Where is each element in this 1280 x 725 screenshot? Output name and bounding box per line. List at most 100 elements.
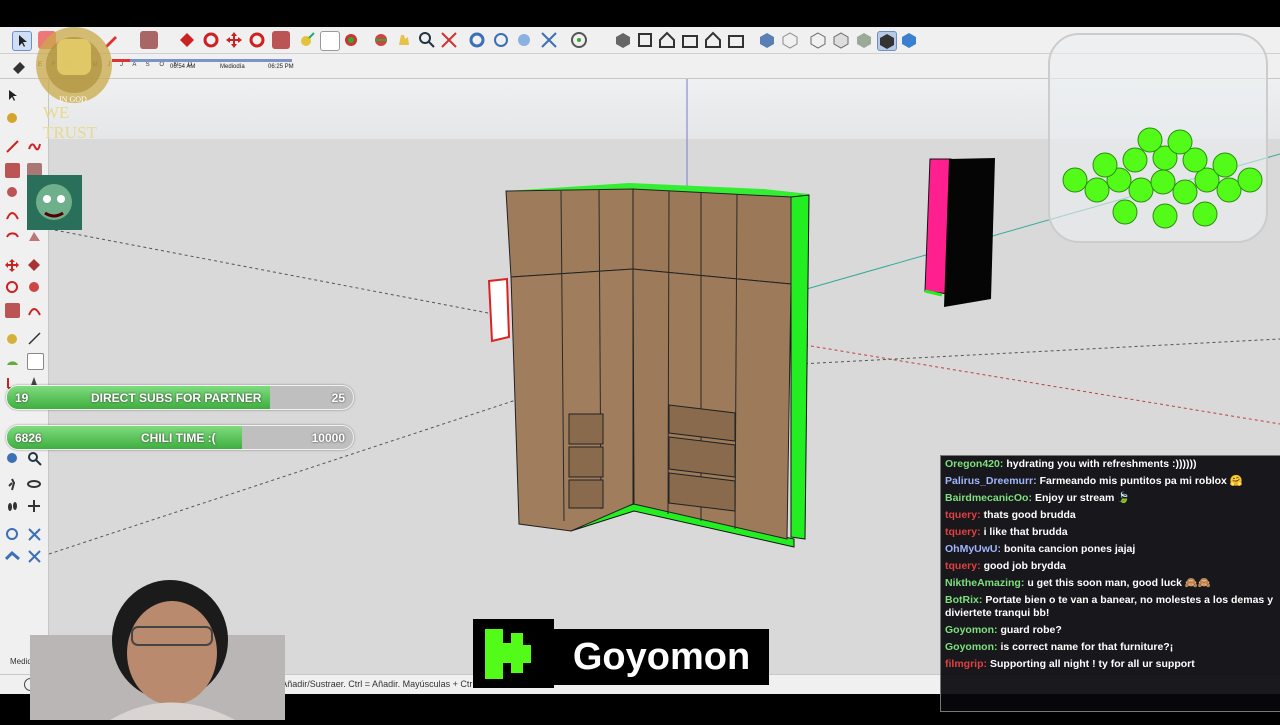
section-fill-icon[interactable] xyxy=(515,31,533,49)
chat-panel: Oregon420: hydrating you with refreshment… xyxy=(940,455,1280,712)
section-icon[interactable] xyxy=(5,527,20,542)
channel-name: Goyomon xyxy=(554,629,769,685)
left-drawers xyxy=(568,413,604,509)
xray-toggle-icon[interactable] xyxy=(900,31,918,49)
rotate-icon[interactable] xyxy=(5,280,20,295)
status-hint: ulas = Añadir/Sustraer. Ctrl = Añadir. M… xyxy=(255,679,483,689)
back-view-icon[interactable] xyxy=(704,31,722,49)
followme-icon[interactable] xyxy=(27,280,42,295)
section-plane-icon[interactable] xyxy=(468,31,486,49)
time-start: 06:54 AM xyxy=(170,64,196,70)
upper-right-cabinet xyxy=(632,188,792,285)
chat-message: tquery: i like that brudda xyxy=(945,526,1068,538)
red-grid-component xyxy=(487,277,511,343)
tape-icon[interactable] xyxy=(5,331,20,346)
green-axis-back xyxy=(49,398,520,555)
rectangle-tool-icon[interactable] xyxy=(140,31,158,49)
chili-goal-label: CHILI TIME :( xyxy=(141,431,216,445)
front-view-icon[interactable] xyxy=(658,31,676,49)
kick-jar xyxy=(1045,30,1271,246)
pie-icon[interactable] xyxy=(5,229,20,244)
red-axis xyxy=(798,343,1280,425)
zoom-extents-icon[interactable] xyxy=(440,31,458,49)
stream-banner: Goyomon xyxy=(473,619,769,688)
lookaround-icon[interactable] xyxy=(27,477,42,492)
chat-message: filmgrip: Supporting all night ! ty for a… xyxy=(945,658,1195,670)
move-tool-icon[interactable] xyxy=(225,31,243,49)
orbit-tool-icon[interactable] xyxy=(372,31,390,49)
tape-measure-icon[interactable] xyxy=(298,31,316,49)
chat-message: Goyomon: is correct name for that furnitu… xyxy=(945,641,1174,653)
top-black-bar xyxy=(0,0,1280,27)
monochrome-style-icon[interactable] xyxy=(877,31,897,51)
protractor-icon[interactable] xyxy=(5,353,20,368)
chat-message: NiktheAmazing: u get this soon man, good … xyxy=(945,577,1211,589)
time-mid: Mediodía xyxy=(220,64,245,70)
textured-style-icon[interactable] xyxy=(855,31,873,49)
paint-icon[interactable] xyxy=(5,110,20,125)
pushpull-icon[interactable] xyxy=(27,258,42,273)
wireframe-style-icon[interactable] xyxy=(781,31,799,49)
top-view-icon[interactable] xyxy=(636,31,654,49)
upper-left-cabinet xyxy=(505,188,634,278)
streamer-avatar xyxy=(27,175,82,230)
pan-tool-icon[interactable] xyxy=(395,31,413,49)
arc-icon[interactable] xyxy=(5,207,20,222)
offset-icon[interactable] xyxy=(27,303,42,318)
chat-message: Goyomon: guard robe? xyxy=(945,624,1062,636)
move-icon[interactable] xyxy=(5,258,20,273)
right-view-icon[interactable] xyxy=(681,31,699,49)
rotate-tool-icon[interactable] xyxy=(248,31,266,49)
wardrobe-side-panel xyxy=(790,194,810,540)
section-cut-icon[interactable] xyxy=(540,31,558,49)
arc3-icon[interactable] xyxy=(27,229,42,244)
time-end: 06:25 PM xyxy=(268,64,294,70)
zoom-icon[interactable] xyxy=(27,451,42,466)
paint-bucket-icon[interactable] xyxy=(342,31,360,49)
iso-view-icon[interactable] xyxy=(614,31,632,49)
walk-icon[interactable] xyxy=(5,477,20,492)
chat-message: OhMyUwU: bonita cancion pones jajaj xyxy=(945,543,1136,555)
pushpull-tool-icon[interactable] xyxy=(178,31,196,49)
hidden-line-icon[interactable] xyxy=(809,31,827,49)
circle-icon[interactable] xyxy=(5,185,20,200)
rect-icon[interactable] xyxy=(5,163,20,178)
dimension-icon[interactable] xyxy=(27,331,42,346)
text-tool-icon[interactable] xyxy=(320,31,340,51)
section-fill-small-icon[interactable] xyxy=(4,549,20,564)
footprints-icon[interactable] xyxy=(5,499,20,514)
styles-dropdown-icon[interactable] xyxy=(570,31,588,49)
position-camera-icon[interactable] xyxy=(27,499,42,514)
subs-goal-bar: 19 DIRECT SUBS FOR PARTNER 25 xyxy=(6,385,354,410)
chat-message: tquery: thats good brudda xyxy=(945,509,1076,521)
guide-line xyxy=(798,338,1280,365)
chili-goal-bar: 6826 CHILI TIME :( 10000 xyxy=(6,425,354,450)
followme-tool-icon[interactable] xyxy=(202,31,220,49)
chat-message: Palirus_Dreemurr: Farmeando mis puntitos … xyxy=(945,475,1243,487)
chili-goal-current: 6826 xyxy=(15,431,42,445)
subs-goal-target: 25 xyxy=(331,391,345,405)
line-icon[interactable] xyxy=(5,139,20,154)
kick-logo xyxy=(473,619,554,688)
chat-message: BotRix: Portate bien o te van a banear, n… xyxy=(945,594,1274,619)
chat-message: BairdmecanicOo: Enjoy ur stream 🍃 xyxy=(945,492,1131,504)
orbit-icon[interactable] xyxy=(5,451,20,466)
left-view-icon[interactable] xyxy=(727,31,745,49)
section-x-icon[interactable] xyxy=(27,527,42,542)
text-icon[interactable] xyxy=(27,353,44,370)
xray-style-icon[interactable] xyxy=(758,31,776,49)
zoom-tool-icon[interactable] xyxy=(418,31,436,49)
chili-goal-target: 10000 xyxy=(311,431,345,445)
in-god-we-trust-badge: IN GOD WE TRUST xyxy=(23,25,125,142)
red-axis-back xyxy=(49,228,510,318)
scale-tool-icon[interactable] xyxy=(272,31,290,49)
shaded-style-icon[interactable] xyxy=(832,31,850,49)
badge-line2: WE TRUST xyxy=(43,103,97,142)
select-icon[interactable] xyxy=(5,88,20,103)
webcam-feed xyxy=(30,545,285,720)
chat-message: tquery: good job brydda xyxy=(945,560,1066,572)
section-display-icon[interactable] xyxy=(492,31,510,49)
scale-icon[interactable] xyxy=(5,303,20,318)
shadow-time-slider[interactable] xyxy=(112,59,292,62)
freehand-icon[interactable] xyxy=(27,139,42,154)
